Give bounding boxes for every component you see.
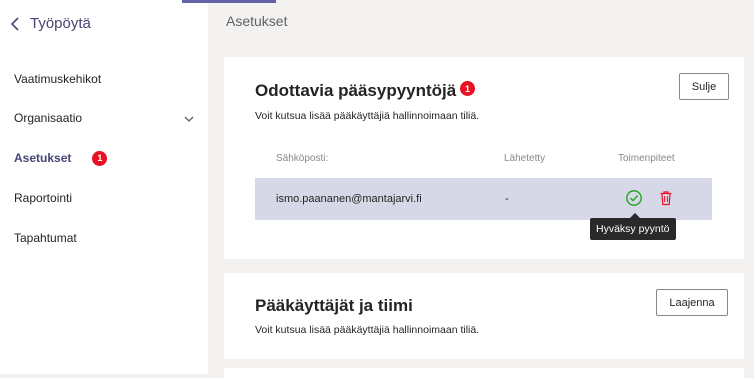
row-email: ismo.paananen@mantajarvi.fi [276,193,422,205]
pending-count-badge: 1 [460,81,475,96]
sidebar-item-label: Organisaatio [14,111,83,125]
back-label: Työpöytä [30,15,91,32]
column-header-actions: Toimenpiteet [618,153,675,164]
sidebar: Työpöytä Vaatimuskehikot Organisaatio As… [0,0,208,374]
notification-badge: 1 [92,150,108,166]
sidebar-item-label: Raportointi [14,191,73,205]
sidebar-item-tapahtumat[interactable]: Tapahtumat [14,227,198,249]
table-row: ismo.paananen@mantajarvi.fi - [255,178,712,220]
pending-requests-title: Odottavia pääsypyyntöjä [255,81,457,100]
sidebar-item-asetukset[interactable]: Asetukset 1 [14,147,198,169]
active-tab-indicator [182,0,276,3]
sidebar-item-raportointi[interactable]: Raportointi [14,187,198,209]
sidebar-item-label: Vaatimuskehikot [14,72,102,86]
sidebar-item-label: Asetukset [14,151,72,165]
admins-subtitle: Voit kutsua lisää pääkäyttäjiä hallinnoi… [255,324,480,336]
table-header: Sähköposti: Lähetetty Toimenpiteet [255,138,712,178]
sidebar-item-organisaatio[interactable]: Organisaatio [14,107,198,129]
column-header-sent: Lähetetty [504,153,546,164]
back-link[interactable]: Työpöytä [10,15,91,32]
admins-card: Pääkäyttäjät ja tiimi Voit kutsua lisää … [224,273,744,359]
requests-table: Sähköposti: Lähetetty Toimenpiteet ismo.… [255,138,712,220]
next-card [224,368,744,378]
page-title: Asetukset [226,13,288,29]
delete-icon[interactable] [657,189,675,207]
approve-tooltip: Hyväksy pyyntö [590,213,676,240]
chevron-down-icon [184,112,194,126]
admins-title: Pääkäyttäjät ja tiimi [255,296,413,315]
approve-icon[interactable] [625,189,643,207]
expand-button[interactable]: Laajenna [656,289,728,316]
chevron-left-icon [10,16,20,32]
row-sent: - [505,193,509,205]
column-header-email: Sähköposti: [276,153,329,164]
close-button[interactable]: Sulje [679,73,729,100]
sidebar-item-label: Tapahtumat [14,231,77,245]
sidebar-item-vaatimuskehikot[interactable]: Vaatimuskehikot [14,68,198,90]
pending-requests-subtitle: Voit kutsua lisää pääkäyttäjiä hallinnoi… [255,110,480,122]
